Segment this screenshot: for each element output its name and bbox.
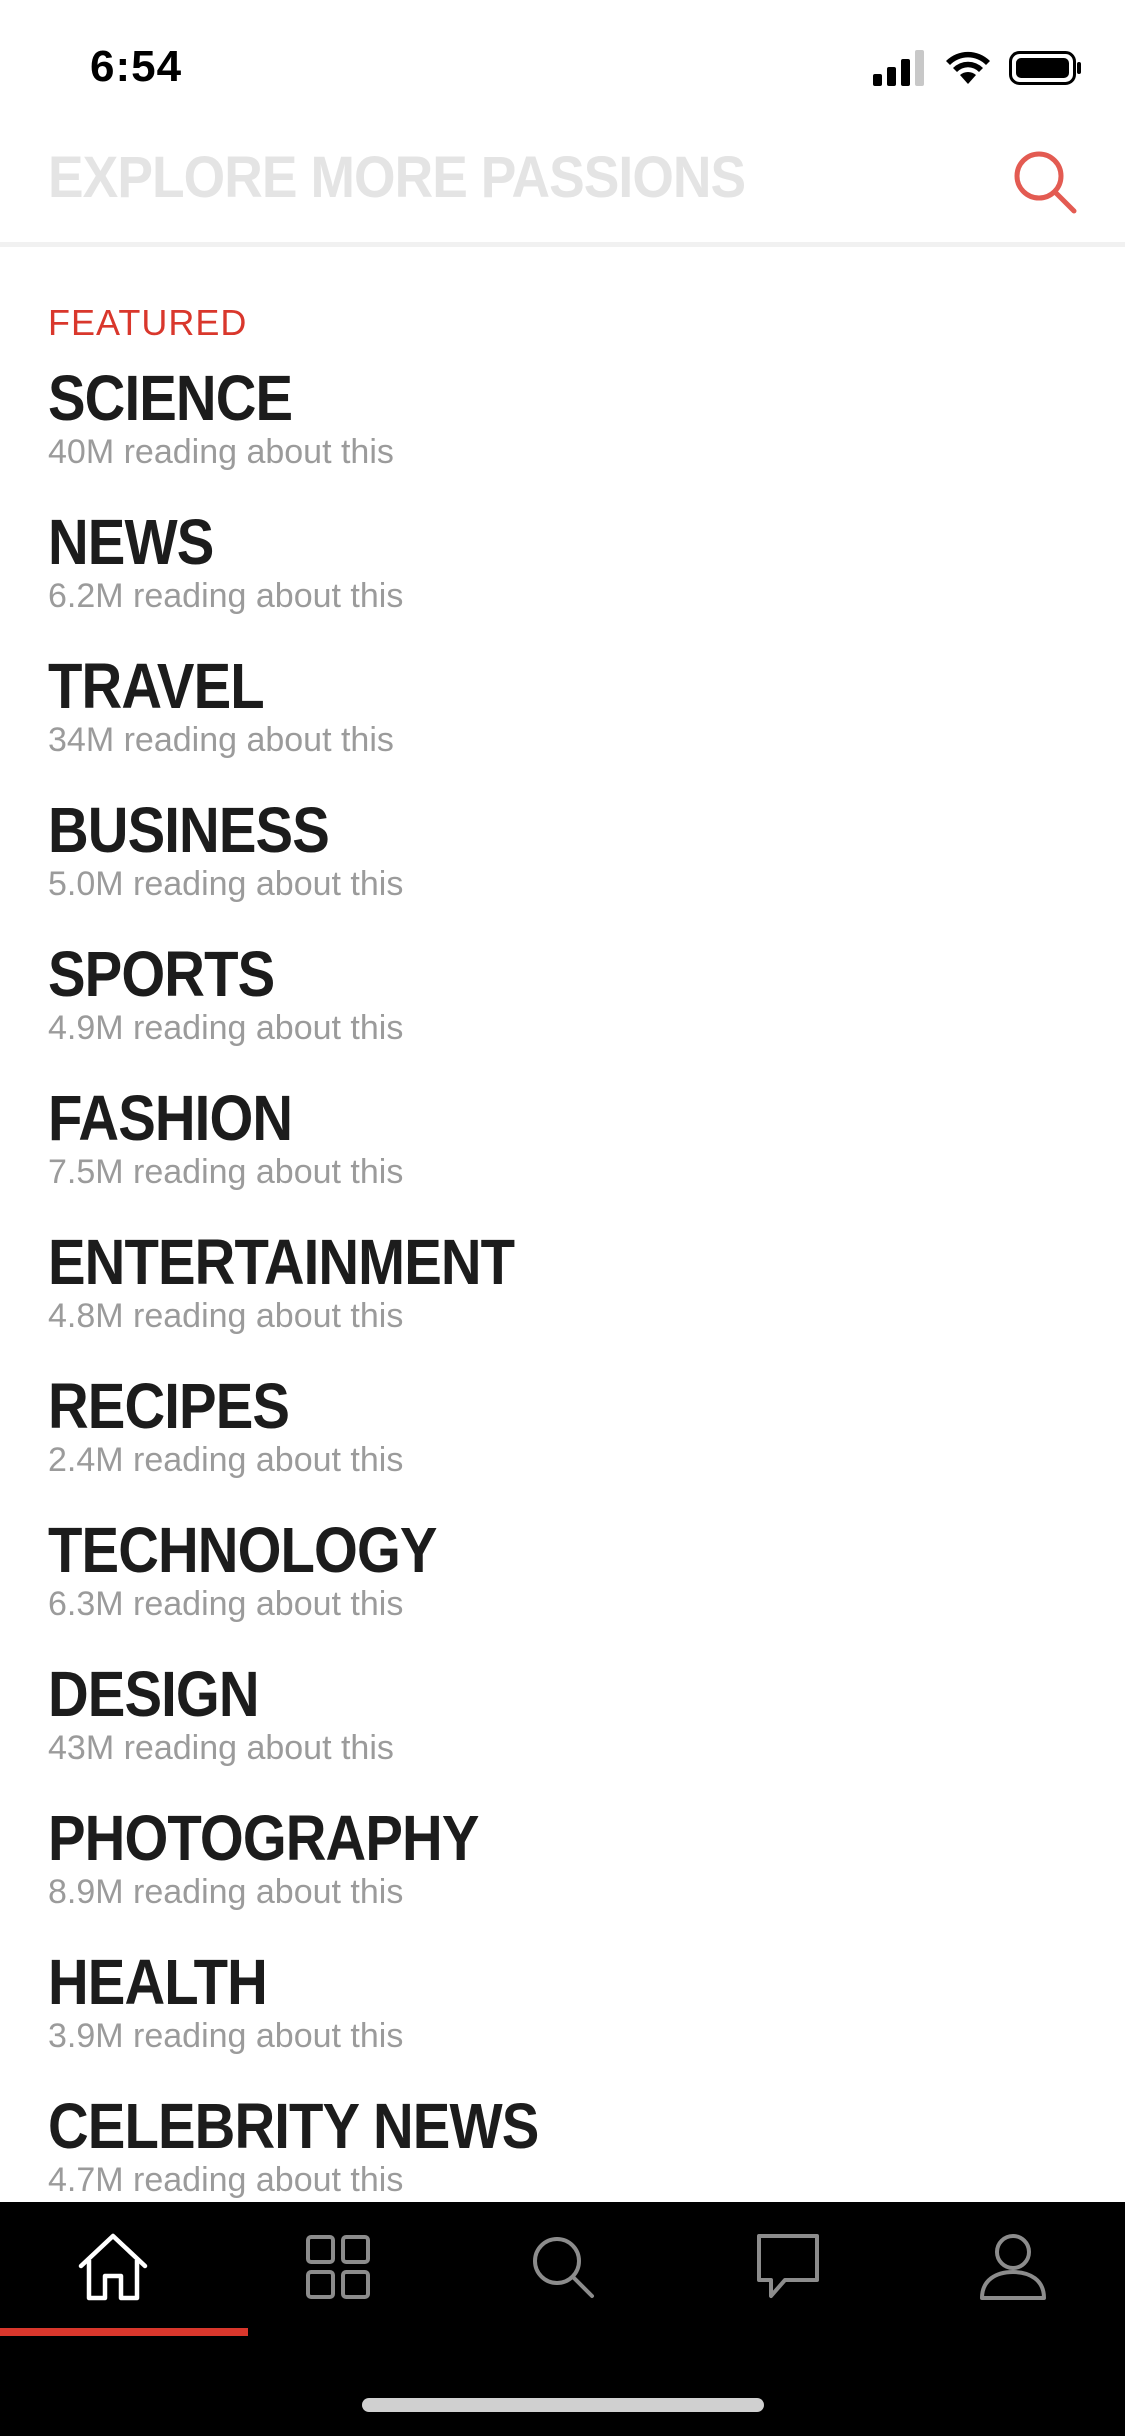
tab-home[interactable] — [0, 2202, 225, 2332]
topic-item-design[interactable]: DESIGN 43M reading about this — [0, 1658, 1125, 1802]
topic-item-celebrity-news[interactable]: CELEBRITY NEWS 4.7M reading about this — [0, 2090, 1125, 2202]
topic-name: TRAVEL — [48, 650, 265, 722]
topic-item-sports[interactable]: SPORTS 4.9M reading about this — [0, 938, 1125, 1082]
status-bar: 6:54 — [0, 0, 1125, 132]
cellular-signal-icon — [873, 50, 924, 86]
search-icon — [532, 2237, 594, 2298]
topic-reader-count: 6.3M reading about this — [48, 1585, 404, 1623]
grid-icon — [305, 2235, 370, 2299]
topic-reader-count: 4.8M reading about this — [48, 1297, 404, 1335]
wifi-icon — [946, 51, 990, 84]
topic-item-health[interactable]: HEALTH 3.9M reading about this — [0, 1946, 1125, 2090]
profile-icon — [979, 2234, 1046, 2300]
topic-item-science[interactable]: SCIENCE 40M reading about this — [0, 362, 1125, 506]
topic-item-recipes[interactable]: RECIPES 2.4M reading about this — [0, 1370, 1125, 1514]
topic-reader-count: 4.9M reading about this — [48, 1009, 404, 1047]
home-indicator-bar[interactable] — [362, 2398, 764, 2412]
topic-name: NEWS — [48, 506, 214, 578]
topic-name: TECHNOLOGY — [48, 1514, 437, 1586]
topic-name: ENTERTAINMENT — [48, 1226, 515, 1298]
topic-reader-count: 3.9M reading about this — [48, 2017, 404, 2055]
featured-label: FEATURED — [48, 302, 248, 343]
tab-search[interactable] — [450, 2202, 675, 2332]
topic-item-technology[interactable]: TECHNOLOGY 6.3M reading about this — [0, 1514, 1125, 1658]
status-time: 6:54 — [90, 42, 183, 91]
topic-item-entertainment[interactable]: ENTERTAINMENT 4.8M reading about this — [0, 1226, 1125, 1370]
topic-name: RECIPES — [48, 1370, 290, 1442]
status-icons — [873, 50, 1083, 86]
active-tab-indicator — [0, 2328, 248, 2336]
topic-reader-count: 2.4M reading about this — [48, 1441, 404, 1479]
home-icon — [78, 2233, 147, 2301]
topic-item-fashion[interactable]: FASHION 7.5M reading about this — [0, 1082, 1125, 1226]
topic-reader-count: 43M reading about this — [48, 1729, 394, 1767]
topic-list-container[interactable]: FEATURED SCIENCE 40M reading about this … — [0, 247, 1125, 2202]
search-button[interactable] — [1005, 142, 1085, 222]
topic-reader-count: 34M reading about this — [48, 721, 394, 759]
page-title: EXPLORE MORE PASSIONS — [48, 145, 746, 210]
tab-profile[interactable] — [900, 2202, 1125, 2332]
chat-bubble-icon — [756, 2234, 819, 2298]
tab-explore[interactable] — [225, 2202, 450, 2332]
topic-item-news[interactable]: NEWS 6.2M reading about this — [0, 506, 1125, 650]
topic-reader-count: 40M reading about this — [48, 433, 394, 471]
topic-reader-count: 7.5M reading about this — [48, 1153, 404, 1191]
topic-reader-count: 8.9M reading about this — [48, 1873, 404, 1911]
topic-name: SCIENCE — [48, 362, 293, 434]
topic-item-photography[interactable]: PHOTOGRAPHY 8.9M reading about this — [0, 1802, 1125, 1946]
search-icon — [1014, 151, 1077, 214]
topic-reader-count: 5.0M reading about this — [48, 865, 404, 903]
topic-name: PHOTOGRAPHY — [48, 1802, 479, 1874]
tab-messages[interactable] — [675, 2202, 900, 2332]
header: EXPLORE MORE PASSIONS — [0, 132, 1125, 242]
topic-item-travel[interactable]: TRAVEL 34M reading about this — [0, 650, 1125, 794]
topic-name: FASHION — [48, 1082, 293, 1154]
topic-item-business[interactable]: BUSINESS 5.0M reading about this — [0, 794, 1125, 938]
battery-icon — [1009, 51, 1081, 85]
topic-list: SCIENCE 40M reading about this NEWS 6.2M… — [0, 362, 1125, 2202]
topic-reader-count: 4.7M reading about this — [48, 2161, 404, 2199]
topic-name: HEALTH — [48, 1946, 268, 2018]
tab-bar — [0, 2202, 1125, 2436]
topic-name: BUSINESS — [48, 794, 330, 866]
topic-name: DESIGN — [48, 1658, 260, 1730]
topic-reader-count: 6.2M reading about this — [48, 577, 404, 615]
topic-name: CELEBRITY NEWS — [48, 2090, 539, 2162]
topic-name: SPORTS — [48, 938, 275, 1010]
